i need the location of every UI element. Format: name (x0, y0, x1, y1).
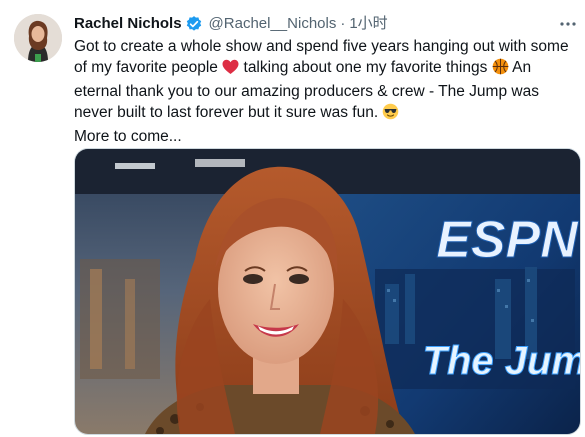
avatar[interactable] (14, 14, 62, 62)
author-handle[interactable]: @Rachel__Nichols (209, 14, 337, 34)
header-separator: · (340, 15, 346, 32)
verified-badge-icon (185, 15, 203, 33)
espn-logo: ESPN (436, 211, 579, 269)
photo-scene: ESPN The Jump (75, 149, 580, 434)
sunglasses-face-icon (382, 103, 399, 126)
tweet-header: Rachel Nichols @Rachel__Nichols · 1小时 (74, 14, 388, 34)
the-jump-logo: The Jump (423, 339, 580, 383)
red-heart-icon (222, 59, 239, 81)
tweet-timestamp[interactable]: 1小时 (349, 14, 387, 34)
tweet-text: Got to create a whole show and spend fiv… (74, 36, 579, 147)
tweet-photo[interactable]: ESPN The Jump (74, 148, 581, 435)
tweet-text-more: More to come... (74, 128, 182, 145)
more-icon[interactable] (558, 14, 578, 34)
author-name[interactable]: Rachel Nichols (74, 14, 182, 34)
tweet[interactable]: Rachel Nichols @Rachel__Nichols · 1小时 Go… (0, 0, 585, 437)
tweet-text-part-2: talking about one my favorite things (239, 59, 492, 76)
basketball-icon (492, 58, 509, 81)
